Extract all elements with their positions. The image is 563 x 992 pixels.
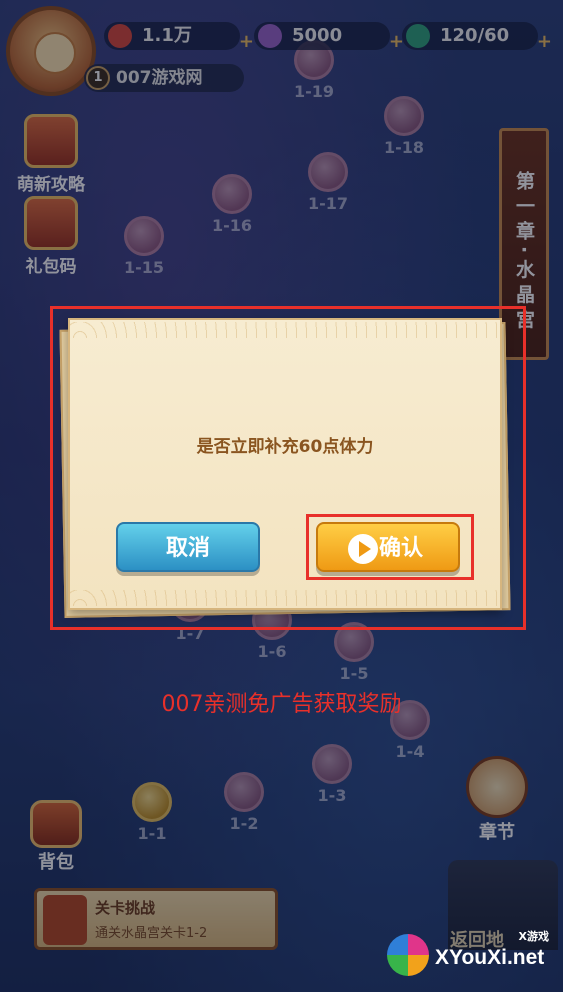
dialog-highlight-box [50, 306, 526, 630]
promo-annotation: 007亲测免广告获取奖励 [161, 692, 402, 717]
gamepad-logo-icon [387, 934, 429, 976]
confirm-highlight-box [306, 514, 474, 580]
site-watermark: X游戏 XYouXi.net [387, 928, 557, 984]
